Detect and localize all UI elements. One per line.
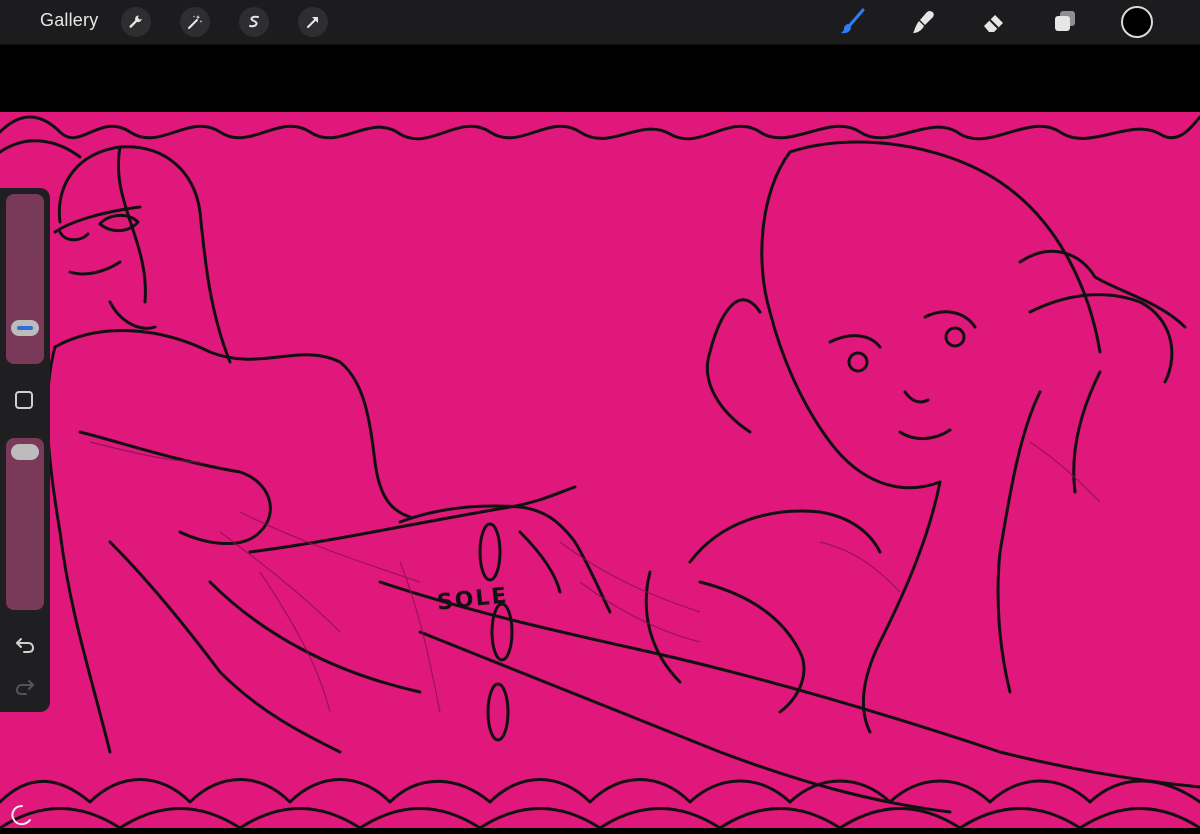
modify-button[interactable]	[15, 391, 33, 409]
bottom-edge	[0, 828, 1200, 834]
opacity-thumb[interactable]	[11, 444, 39, 460]
drawing-canvas[interactable]: SOLE	[0, 112, 1200, 828]
transform-arrow-icon	[307, 17, 318, 28]
smudge-tool-button[interactable]	[907, 6, 939, 38]
wrench-icon	[129, 15, 142, 28]
magic-wand-icon	[188, 15, 203, 29]
adjustments-button[interactable]	[180, 7, 210, 37]
opacity-slider[interactable]	[6, 438, 44, 610]
undo-icon	[16, 638, 35, 653]
brush-tool-button[interactable]	[836, 6, 868, 38]
layers-icon	[1055, 11, 1075, 31]
eraser-icon	[984, 15, 1003, 32]
smudge-icon	[913, 11, 934, 33]
redo-button[interactable]	[12, 674, 38, 700]
color-picker-button[interactable]	[1121, 6, 1153, 38]
brush-sidebar	[0, 188, 50, 712]
undo-button[interactable]	[12, 632, 38, 658]
layers-button[interactable]	[1049, 6, 1081, 38]
top-toolbar: Gallery	[0, 0, 1200, 45]
gallery-button[interactable]: Gallery	[40, 10, 98, 31]
brush-icon	[841, 8, 865, 34]
eraser-tool-button[interactable]	[978, 6, 1010, 38]
brush-size-slider[interactable]	[6, 194, 44, 364]
selection-button[interactable]	[239, 7, 269, 37]
quick-menu-moon-icon[interactable]	[4, 800, 34, 830]
brush-size-thumb[interactable]	[11, 320, 39, 336]
actions-button[interactable]	[121, 7, 151, 37]
redo-icon	[15, 680, 34, 695]
transform-button[interactable]	[298, 7, 328, 37]
line-art-sketch	[0, 115, 1200, 828]
selection-icon	[249, 15, 259, 28]
